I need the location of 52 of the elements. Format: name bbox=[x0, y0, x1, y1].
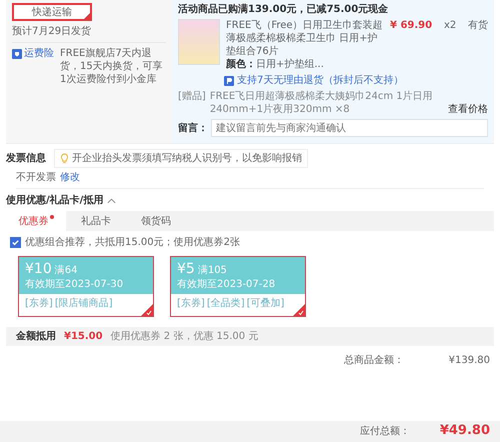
insurance-link[interactable]: 运费险 bbox=[12, 47, 54, 86]
invoice-title: 发票信息 bbox=[6, 152, 46, 165]
caret-up-icon[interactable] bbox=[107, 198, 116, 204]
coupon-expiry: 有效期至2023-07-28 bbox=[177, 278, 276, 292]
delivery-estimate: 预计7月29日发货 bbox=[12, 25, 166, 43]
return-icon bbox=[224, 76, 234, 86]
invoice-tip: 开企业抬头发票须填写纳税人识别号，以免影响报销 bbox=[54, 149, 308, 168]
coupon-tag: [东券] bbox=[25, 297, 53, 310]
stock-status: 有货 bbox=[468, 19, 488, 32]
gift-text: FREE飞日用超薄极感棉柔大姨妈巾24cm 1片日用240mm+1片夜用320mm ×8 bbox=[210, 90, 434, 116]
product-quantity: x2 bbox=[444, 19, 458, 32]
product-title[interactable]: FREE飞（Free）日用卫生巾套装超薄极感柔棉极棉柔卫生巾 日用+护垫组合76片 bbox=[226, 19, 384, 58]
tab[interactable]: 领货码 bbox=[126, 211, 186, 231]
coupon-condition: 满64 bbox=[54, 265, 78, 276]
delivery-option[interactable]: 快递运输 bbox=[12, 3, 92, 21]
gift-tag: [赠品] bbox=[178, 90, 206, 103]
color-value: 日用+护垫组... bbox=[256, 59, 324, 70]
message-label: 留言： bbox=[178, 122, 208, 134]
coupon-amount: ¥5 bbox=[177, 261, 195, 277]
coupon-expiry: 有效期至2023-07-30 bbox=[25, 278, 124, 292]
return-policy[interactable]: 支持7天无理由退货（拆封后不支持） bbox=[237, 74, 404, 87]
payable-amount: ¥49.80 bbox=[440, 423, 490, 440]
summary-text: 使用优惠券 2 张，优惠 15.00 元 bbox=[110, 330, 258, 344]
coupon-tag: [可叠加] bbox=[246, 297, 284, 310]
tab[interactable]: 优惠券 bbox=[6, 211, 66, 231]
message-field[interactable]: 建议留言前先与商家沟通确认 bbox=[211, 119, 488, 137]
coupon-condition: 满105 bbox=[198, 265, 227, 276]
checkbox[interactable] bbox=[10, 237, 21, 248]
total-label: 总商品金额： bbox=[344, 354, 404, 368]
product-price: ¥ 69.90 bbox=[390, 19, 434, 32]
coupon-tag: [全品类] bbox=[206, 297, 245, 310]
coupon-amount: ¥10 bbox=[25, 261, 52, 277]
coupon-tag: [东券] bbox=[177, 297, 205, 310]
coupon-tag: [限店铺商品] bbox=[54, 297, 113, 310]
discount-title: 使用优惠/礼品卡/抵用 bbox=[6, 194, 104, 207]
total-value: ¥139.80 bbox=[448, 354, 490, 368]
product-image-placeholder bbox=[178, 19, 220, 65]
tab[interactable]: 礼品卡 bbox=[66, 211, 126, 231]
promo-text: 活动商品已购满139.00元，已减75.00元现金 bbox=[178, 3, 390, 16]
lightbulb-icon bbox=[60, 153, 69, 164]
corner-check-icon bbox=[141, 304, 153, 316]
summary-amount: ¥15.00 bbox=[64, 330, 103, 344]
corner-check-icon bbox=[293, 304, 305, 316]
summary-label: 金额抵用 bbox=[16, 330, 56, 344]
price-link[interactable]: 查看价格 bbox=[448, 103, 488, 116]
shield-icon bbox=[12, 49, 22, 59]
recommend-text: 优惠组合推荐，共抵用15.00元；使用优惠券2张 bbox=[25, 236, 240, 249]
edit-link[interactable]: 修改 bbox=[60, 172, 80, 183]
invoice-status: 不开发票 bbox=[16, 172, 56, 183]
color-label: 颜色： bbox=[226, 59, 256, 70]
payable-label: 应付总额： bbox=[360, 425, 410, 438]
insurance-text: FREE旗舰店7天内退货，15天内换货，可享1次运费险付到小金库 bbox=[60, 47, 164, 86]
